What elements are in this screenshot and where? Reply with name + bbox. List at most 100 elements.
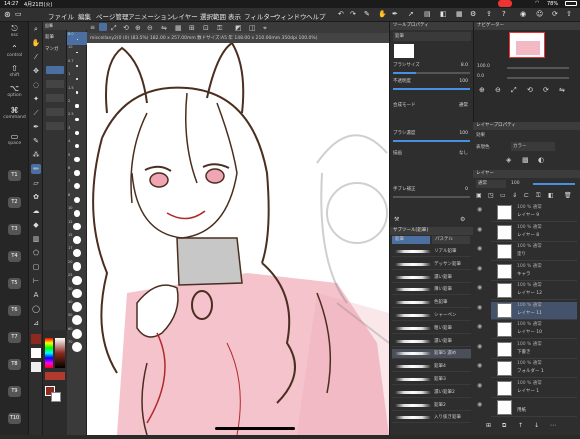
canvas-tab-icon[interactable] [99, 23, 107, 31]
brush-size-item[interactable]: 15 [67, 233, 87, 246]
sync-icon[interactable]: ⟳ [552, 10, 558, 18]
brush-item[interactable]: 鉛筆2 [392, 401, 471, 411]
subtool-item[interactable] [46, 80, 64, 88]
brush-size-slider[interactable] [393, 72, 470, 74]
brush-size-item[interactable]: 1 [67, 72, 87, 85]
layers-icon[interactable]: ▤ [424, 10, 431, 18]
decoration-icon[interactable]: ✿ [31, 192, 41, 202]
eye-icon[interactable]: ◉ [477, 226, 482, 233]
zoom-out-icon[interactable]: ⊖ [495, 86, 501, 94]
brush-item[interactable]: 色鉛筆 [392, 298, 471, 309]
canvas-area[interactable] [87, 41, 390, 436]
layer-row[interactable]: ◉ 100 % 通常 キャラ [477, 263, 577, 281]
command-key[interactable]: ⌘ command [2, 106, 27, 120]
menu-edit[interactable]: 編集 [78, 11, 91, 21]
t5-button[interactable]: T5 [8, 278, 21, 289]
adjust-icon[interactable]: ◧ [440, 10, 447, 18]
figure-icon[interactable]: ⬠ [31, 248, 41, 258]
angle-slider[interactable] [507, 77, 569, 79]
eye-icon[interactable]: ◉ [477, 245, 482, 252]
opacity-row[interactable]: 不透明度 100 [393, 78, 470, 86]
eye-icon[interactable]: ◉ [477, 206, 482, 213]
angle-slider-row[interactable]: 0.0 [477, 74, 577, 82]
settings-icon[interactable]: ⚙ [460, 216, 465, 223]
space-key[interactable]: ▭ space [2, 132, 27, 146]
hand-icon[interactable]: ✋ [378, 10, 387, 18]
eye-icon[interactable]: ◉ [477, 401, 482, 408]
main-color-swatch[interactable] [31, 334, 41, 344]
subtool-pencil[interactable]: 鉛筆 [45, 34, 65, 44]
navigator-preview[interactable] [509, 32, 545, 58]
pen-icon[interactable]: ✒ [31, 122, 41, 132]
user-icon[interactable]: ☺ [536, 10, 543, 18]
tab-pastel[interactable]: パステル [432, 236, 470, 244]
layer-row[interactable]: ◉ 100 % 通常 レイヤー 10 [477, 321, 577, 339]
saturation-slider[interactable] [55, 338, 65, 368]
new-folder-icon[interactable]: ▭ [500, 192, 506, 199]
layer-row[interactable]: ◉ 100 % 通常 塗り [477, 243, 577, 261]
brush-size-item[interactable]: 6 [67, 166, 87, 179]
t1-button[interactable]: T1 [8, 170, 21, 181]
eye-icon[interactable]: ◉ [477, 362, 482, 369]
density-row[interactable]: ブラシ濃度 100 [393, 130, 470, 138]
layer-blend-dropdown[interactable]: 通常 [476, 180, 506, 188]
new-vector-layer-icon[interactable]: ◳ [488, 192, 494, 199]
eye-icon[interactable]: ◉ [477, 323, 482, 330]
opacity-slider[interactable] [393, 88, 470, 90]
brush-item[interactable]: リアル鉛筆 [392, 247, 471, 257]
esc-key[interactable]: ⎋ esc [2, 24, 27, 38]
balloon-icon[interactable]: ◯ [31, 304, 41, 314]
control-key[interactable]: ⌃ control [2, 44, 27, 58]
brush-size-item[interactable]: 40 [67, 300, 87, 313]
zoom-out-icon[interactable]: ⊖ [147, 24, 153, 32]
layer-opacity[interactable]: 100 [511, 180, 531, 188]
layer-row[interactable]: ◉ 100 % 通常 レイヤー 12 [477, 282, 577, 300]
color-icon[interactable]: ◐ [538, 156, 544, 164]
t7-button[interactable]: T7 [8, 332, 21, 343]
zoom-slider-row[interactable]: 100.0 [477, 64, 577, 72]
menu-file[interactable]: ファイル [48, 11, 74, 21]
menu-filter[interactable]: フィルター [244, 11, 276, 21]
transparent-color-swatch[interactable] [31, 362, 41, 372]
stabilizer-row[interactable]: 手ブレ補正 0 [393, 186, 470, 194]
brush-item[interactable]: 粗い鉛筆 [392, 324, 471, 334]
brush-size-item[interactable]: 8.0 [67, 32, 87, 45]
stabilizer-slider[interactable] [393, 196, 470, 198]
eye-icon[interactable]: ◉ [477, 265, 482, 272]
brush-size-item[interactable]: 2 [67, 99, 87, 112]
view-icon[interactable]: ◫ [249, 24, 256, 32]
brush-size-item[interactable]: 7 [67, 179, 87, 192]
brush-size-row[interactable]: ブラシサイズ 8.0 [393, 62, 470, 70]
color-dropdown[interactable]: カラー [511, 142, 555, 151]
layer-row[interactable]: ◉ 100 % 通常 レイヤー 11 [477, 301, 577, 320]
zoom-in-icon[interactable]: ⊕ [135, 24, 141, 32]
layer-row[interactable]: ◉ 100 % 通常 下書き [477, 341, 577, 359]
settings-icon[interactable]: ⚙ [470, 10, 476, 18]
brush-size-item[interactable]: 5 [67, 153, 87, 166]
t9-button[interactable]: T9 [8, 386, 21, 397]
brush-item[interactable]: 鉛筆3 [392, 375, 471, 385]
brush-size-item[interactable]: 25 [67, 273, 87, 286]
eye-icon[interactable]: ◉ [477, 382, 482, 389]
t3-button[interactable]: T3 [8, 224, 21, 235]
merge-icon[interactable]: ⇓ [512, 192, 517, 199]
subtool-item[interactable] [46, 108, 64, 116]
brush-size-item[interactable]: 30 [67, 287, 87, 300]
undo-icon[interactable]: ↶ [338, 10, 344, 18]
menu-select[interactable]: 選択範囲 [200, 11, 226, 21]
eyedropper-icon[interactable]: ⁄ [31, 52, 41, 62]
layer-row[interactable]: ◉ 100 % 通常 フォルダー 1 [477, 360, 577, 378]
shift-key[interactable]: ⇧ shift [2, 64, 27, 78]
more-icon[interactable]: ⋯ [550, 422, 556, 429]
t8-button[interactable]: T8 [8, 359, 21, 370]
brush-item[interactable]: 薄い鉛筆 [392, 285, 471, 296]
t10-button[interactable]: T10 [8, 413, 21, 424]
brush-item[interactable]: 濃い鉛筆 [392, 337, 471, 347]
lasso-icon[interactable]: ◌ [31, 80, 41, 90]
tab-pencil[interactable]: 鉛筆 [392, 236, 430, 244]
pin-icon[interactable]: ⌖ [263, 24, 267, 33]
delete-icon[interactable]: 🗑 [564, 192, 572, 199]
brush-item[interactable]: 濃い鉛筆 [392, 273, 471, 283]
menu-page[interactable]: ページ管理 [96, 11, 128, 21]
menu-animation[interactable]: アニメーション [128, 11, 173, 21]
